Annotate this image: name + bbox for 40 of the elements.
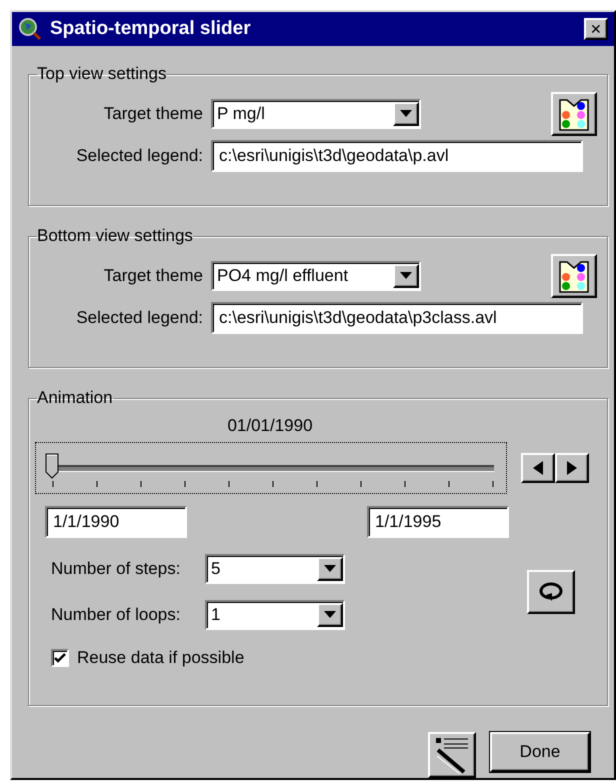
field-label: Selected legend: (75, 308, 203, 328)
caret-icon (324, 565, 336, 573)
group-title: Bottom view settings (37, 226, 193, 246)
left-triangle-icon (533, 461, 543, 475)
done-button[interactable]: Done (490, 732, 590, 772)
legend-field[interactable]: c:\esri\unigis\t3d\geodata\p.avl (211, 140, 583, 172)
time-slider[interactable] (35, 442, 507, 494)
loops-dropdown[interactable]: 1 (205, 600, 345, 630)
theme-dropdown[interactable]: P mg/l (211, 99, 421, 129)
checkbox-label: Reuse data if possible (77, 648, 244, 668)
theme-dropdown[interactable]: PO4 mg/l effluent (211, 261, 421, 291)
globe-magnifier-icon (18, 17, 42, 41)
loop-button[interactable] (527, 570, 575, 614)
field-label: Number of loops: (51, 605, 182, 625)
step-forward-button[interactable] (555, 453, 589, 483)
right-triangle-icon (567, 461, 577, 475)
end-date-field[interactable]: 1/1/1995 (367, 506, 509, 538)
close-button[interactable]: ✕ (584, 18, 608, 40)
field-label: Number of steps: (51, 559, 182, 579)
legend-button[interactable] (551, 92, 597, 136)
steps-dropdown[interactable]: 5 (205, 554, 345, 584)
slider-thumb[interactable] (45, 453, 59, 479)
caret-icon (324, 611, 336, 619)
caret-icon (400, 110, 412, 118)
edit-button[interactable] (428, 732, 476, 778)
field-label: Target theme (102, 104, 203, 124)
caret-icon (400, 272, 412, 280)
legend-button[interactable] (551, 254, 597, 298)
field-label: Target theme (102, 266, 203, 286)
group-title: Top view settings (37, 64, 166, 84)
step-back-button[interactable] (521, 453, 555, 483)
reuse-checkbox[interactable] (51, 649, 69, 667)
window-title: Spatio-temporal slider (50, 18, 252, 40)
pen-list-icon (434, 736, 470, 774)
current-date: 01/01/1990 (226, 416, 314, 436)
group-title: Animation (37, 388, 113, 408)
loop-icon (538, 581, 564, 603)
start-date-field[interactable]: 1/1/1990 (45, 506, 187, 538)
field-label: Selected legend: (75, 146, 203, 166)
legend-field[interactable]: c:\esri\unigis\t3d\geodata\p3class.avl (211, 302, 583, 334)
